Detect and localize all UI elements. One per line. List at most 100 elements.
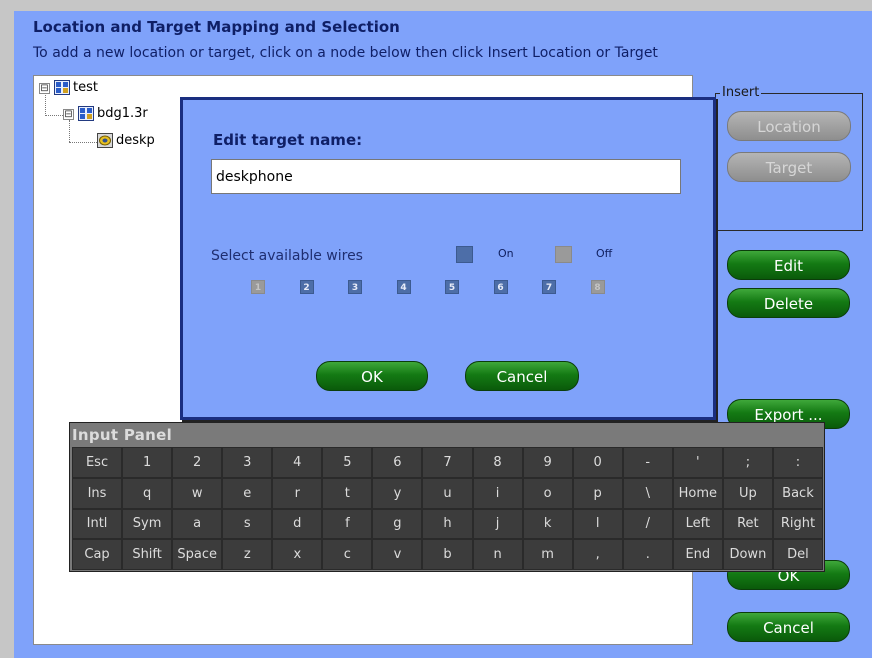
legend-off-label: Off (596, 247, 613, 260)
keyboard-key[interactable]: 1 (123, 448, 172, 477)
dialog-title: Edit target name: (213, 131, 363, 149)
keyboard-key[interactable]: s (223, 509, 272, 539)
page-title: Location and Target Mapping and Selectio… (33, 18, 400, 36)
keyboard-key[interactable]: . (623, 540, 672, 569)
tree-connector (69, 142, 97, 143)
target-icon (97, 133, 113, 148)
keyboard-key[interactable]: f (323, 509, 372, 539)
edit-target-dialog: Edit target name: Select available wires… (180, 97, 716, 420)
keyboard-key[interactable]: Up (723, 478, 772, 508)
wire-toggle[interactable]: 8 (590, 280, 605, 294)
collapse-icon[interactable]: ⊟ (39, 83, 50, 94)
insert-location-button[interactable]: Location (727, 111, 851, 141)
wires-label: Select available wires (211, 248, 363, 264)
keyboard-key[interactable]: z (223, 540, 272, 569)
keyboard-key[interactable]: : (773, 448, 822, 477)
keyboard-key[interactable]: 9 (523, 448, 572, 477)
insert-target-button[interactable]: Target (727, 152, 851, 182)
keyboard-key[interactable]: x (273, 540, 322, 569)
keyboard-key[interactable]: v (373, 540, 422, 569)
tree-connector (45, 92, 46, 116)
cancel-button[interactable]: Cancel (727, 612, 850, 642)
keyboard-key[interactable]: , (573, 540, 622, 569)
keyboard-key[interactable]: 3 (223, 448, 272, 477)
building-icon (54, 80, 70, 95)
keyboard-key[interactable]: 5 (323, 448, 372, 477)
delete-button[interactable]: Delete (727, 288, 850, 318)
building-icon (78, 106, 94, 121)
wire-toggle[interactable]: 4 (396, 280, 411, 294)
tree-node-label: test (73, 80, 98, 95)
keyboard-key[interactable]: m (523, 540, 572, 569)
keyboard-key[interactable]: Home (673, 478, 722, 508)
keyboard-key[interactable]: Sym (123, 509, 172, 539)
keyboard-key[interactable]: Cap (73, 540, 122, 569)
target-name-input[interactable] (211, 159, 681, 194)
insert-group: Insert Location Target (715, 85, 863, 231)
insert-legend: Insert (720, 85, 762, 101)
keyboard-key[interactable]: Del (773, 540, 822, 569)
keyboard-key[interactable]: Shift (123, 540, 172, 569)
keyboard-key[interactable]: Ret (723, 509, 772, 539)
keyboard-key[interactable]: q (123, 478, 172, 508)
keyboard-key[interactable]: Space (173, 540, 222, 569)
keyboard-key[interactable]: 7 (423, 448, 472, 477)
keyboard-key[interactable]: 8 (473, 448, 522, 477)
wire-toggle[interactable]: 3 (348, 280, 362, 294)
keyboard-key[interactable]: y (373, 478, 422, 508)
keyboard-key[interactable]: b (423, 540, 472, 569)
input-panel: Input Panel Esc 1 2 3 4 5 6 7 8 9 0- ';: Ins q w e r t y u i… (69, 422, 825, 572)
keyboard-key[interactable]: d (273, 509, 322, 539)
legend-on-swatch (456, 246, 473, 263)
keyboard-key[interactable]: Intl (73, 509, 122, 539)
keyboard-key[interactable]: r (273, 478, 322, 508)
keyboard-key[interactable]: o (523, 478, 572, 508)
wire-toggle[interactable]: 2 (299, 280, 314, 294)
keyboard-key[interactable]: - (623, 448, 672, 477)
keyboard-key[interactable]: w (173, 478, 222, 508)
wire-toggle[interactable]: 1 (251, 280, 265, 294)
wire-toggle[interactable]: 6 (493, 280, 508, 294)
keyboard-key[interactable]: Right (773, 509, 822, 539)
input-panel-title: Input Panel (72, 426, 173, 444)
dialog-ok-button[interactable]: OK (316, 361, 428, 391)
tree-node-label: deskp (116, 133, 155, 148)
keyboard-key[interactable]: ; (723, 448, 772, 477)
wire-toggle[interactable]: 5 (445, 280, 459, 294)
on-screen-keyboard: Esc 1 2 3 4 5 6 7 8 9 0- ';: Ins q w e r t y u i o p \ Home Up Bac… (72, 447, 823, 570)
keyboard-key[interactable]: j (473, 509, 522, 539)
keyboard-key[interactable]: 2 (173, 448, 222, 477)
keyboard-key[interactable]: i (473, 478, 522, 508)
keyboard-key[interactable]: Esc (73, 448, 122, 477)
keyboard-key[interactable]: Down (723, 540, 772, 569)
keyboard-key[interactable]: ' (673, 448, 722, 477)
keyboard-key[interactable]: End (673, 540, 722, 569)
tree-connector (69, 120, 70, 142)
dialog-cancel-button[interactable]: Cancel (465, 361, 579, 391)
edit-button[interactable]: Edit (727, 250, 850, 280)
keyboard-key[interactable]: l (573, 509, 622, 539)
instructions-text: To add a new location or target, click o… (33, 45, 658, 61)
collapse-icon[interactable]: ⊟ (63, 109, 74, 120)
keyboard-key[interactable]: g (373, 509, 422, 539)
keyboard-key[interactable]: 4 (273, 448, 322, 477)
keyboard-key[interactable]: 6 (373, 448, 422, 477)
keyboard-key[interactable]: e (223, 478, 272, 508)
keyboard-key[interactable]: Ins (73, 478, 122, 508)
keyboard-key[interactable]: 0 (573, 448, 622, 477)
keyboard-key[interactable]: p (573, 478, 622, 508)
keyboard-key[interactable]: c (323, 540, 372, 569)
keyboard-key[interactable]: a (173, 509, 222, 539)
keyboard-key[interactable]: h (423, 509, 472, 539)
legend-off-swatch (555, 246, 572, 263)
keyboard-key[interactable]: n (473, 540, 522, 569)
legend-on-label: On (498, 247, 514, 260)
keyboard-key[interactable]: Left (673, 509, 722, 539)
keyboard-key[interactable]: k (523, 509, 572, 539)
keyboard-key[interactable]: / (623, 509, 672, 539)
keyboard-key[interactable]: u (423, 478, 472, 508)
keyboard-key[interactable]: \ (623, 478, 672, 508)
keyboard-key[interactable]: t (323, 478, 372, 508)
wire-toggle[interactable]: 7 (542, 280, 556, 294)
keyboard-key[interactable]: Back (773, 478, 822, 508)
